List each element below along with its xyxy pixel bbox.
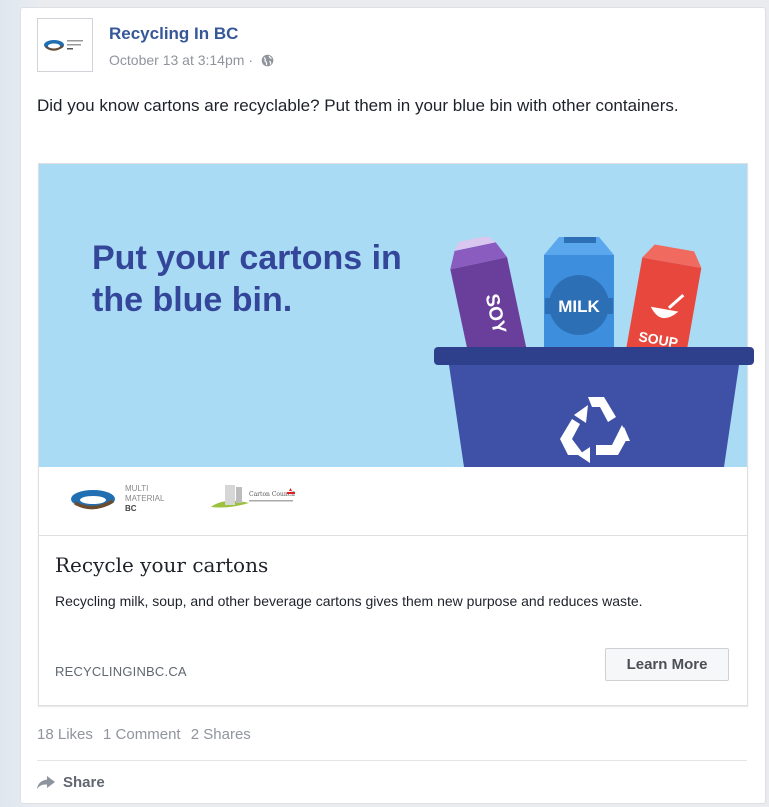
post-timestamp[interactable]: October 13 at 3:14pm bbox=[109, 52, 244, 68]
share-label: Share bbox=[63, 774, 105, 791]
link-preview-card[interactable]: Put your cartons in the blue bin. SOY MI… bbox=[38, 163, 754, 706]
hero-headline-line1: Put your cartons in bbox=[92, 239, 402, 277]
sponsor-logo-strip: MULTI MATERIAL BC Carton Council bbox=[39, 467, 747, 536]
share-button[interactable]: Share bbox=[37, 774, 105, 791]
carton-milk-label: MILK bbox=[558, 297, 600, 316]
link-domain: RECYCLINGINBC.CA bbox=[55, 664, 187, 679]
hero-headline: Put your cartons in the blue bin. bbox=[92, 237, 452, 321]
post-card: Recycling In BC October 13 at 3:14pm · D… bbox=[20, 7, 766, 804]
likes-count[interactable]: 18 Likes bbox=[37, 726, 93, 743]
hero-image: Put your cartons in the blue bin. SOY MI… bbox=[39, 164, 754, 467]
mmbc-logo-line1: MULTI bbox=[125, 484, 148, 493]
engagement-stats: 18 Likes 1 Comment 2 Shares bbox=[37, 726, 257, 743]
post-meta: October 13 at 3:14pm · bbox=[109, 52, 274, 68]
share-arrow-icon bbox=[37, 775, 55, 789]
link-title[interactable]: Recycle your cartons bbox=[55, 553, 268, 577]
mmbc-logo: MULTI MATERIAL BC bbox=[71, 484, 165, 513]
hero-headline-line2: the blue bin. bbox=[92, 281, 293, 319]
cartons-in-bin-illustration: SOY MILK SOUP bbox=[434, 237, 754, 467]
mmbc-logo-icon bbox=[44, 40, 83, 51]
learn-more-button[interactable]: Learn More bbox=[605, 648, 729, 681]
comments-count[interactable]: 1 Comment bbox=[103, 726, 181, 743]
link-preview-body: Recycle your cartons Recycling milk, sou… bbox=[39, 536, 747, 706]
globe-icon bbox=[261, 54, 274, 67]
link-description: Recycling milk, soup, and other beverage… bbox=[55, 593, 643, 609]
page-avatar[interactable] bbox=[37, 18, 93, 72]
actions-divider bbox=[37, 760, 747, 761]
shares-count[interactable]: 2 Shares bbox=[191, 726, 251, 743]
mmbc-logo-line2: MATERIAL bbox=[125, 494, 165, 503]
post-text: Did you know cartons are recyclable? Put… bbox=[37, 96, 679, 115]
mmbc-logo-line3: BC bbox=[125, 504, 137, 513]
meta-separator: · bbox=[248, 52, 253, 68]
page-name-link[interactable]: Recycling In BC bbox=[109, 24, 238, 44]
carton-council-logo: Carton Council bbox=[211, 485, 295, 508]
